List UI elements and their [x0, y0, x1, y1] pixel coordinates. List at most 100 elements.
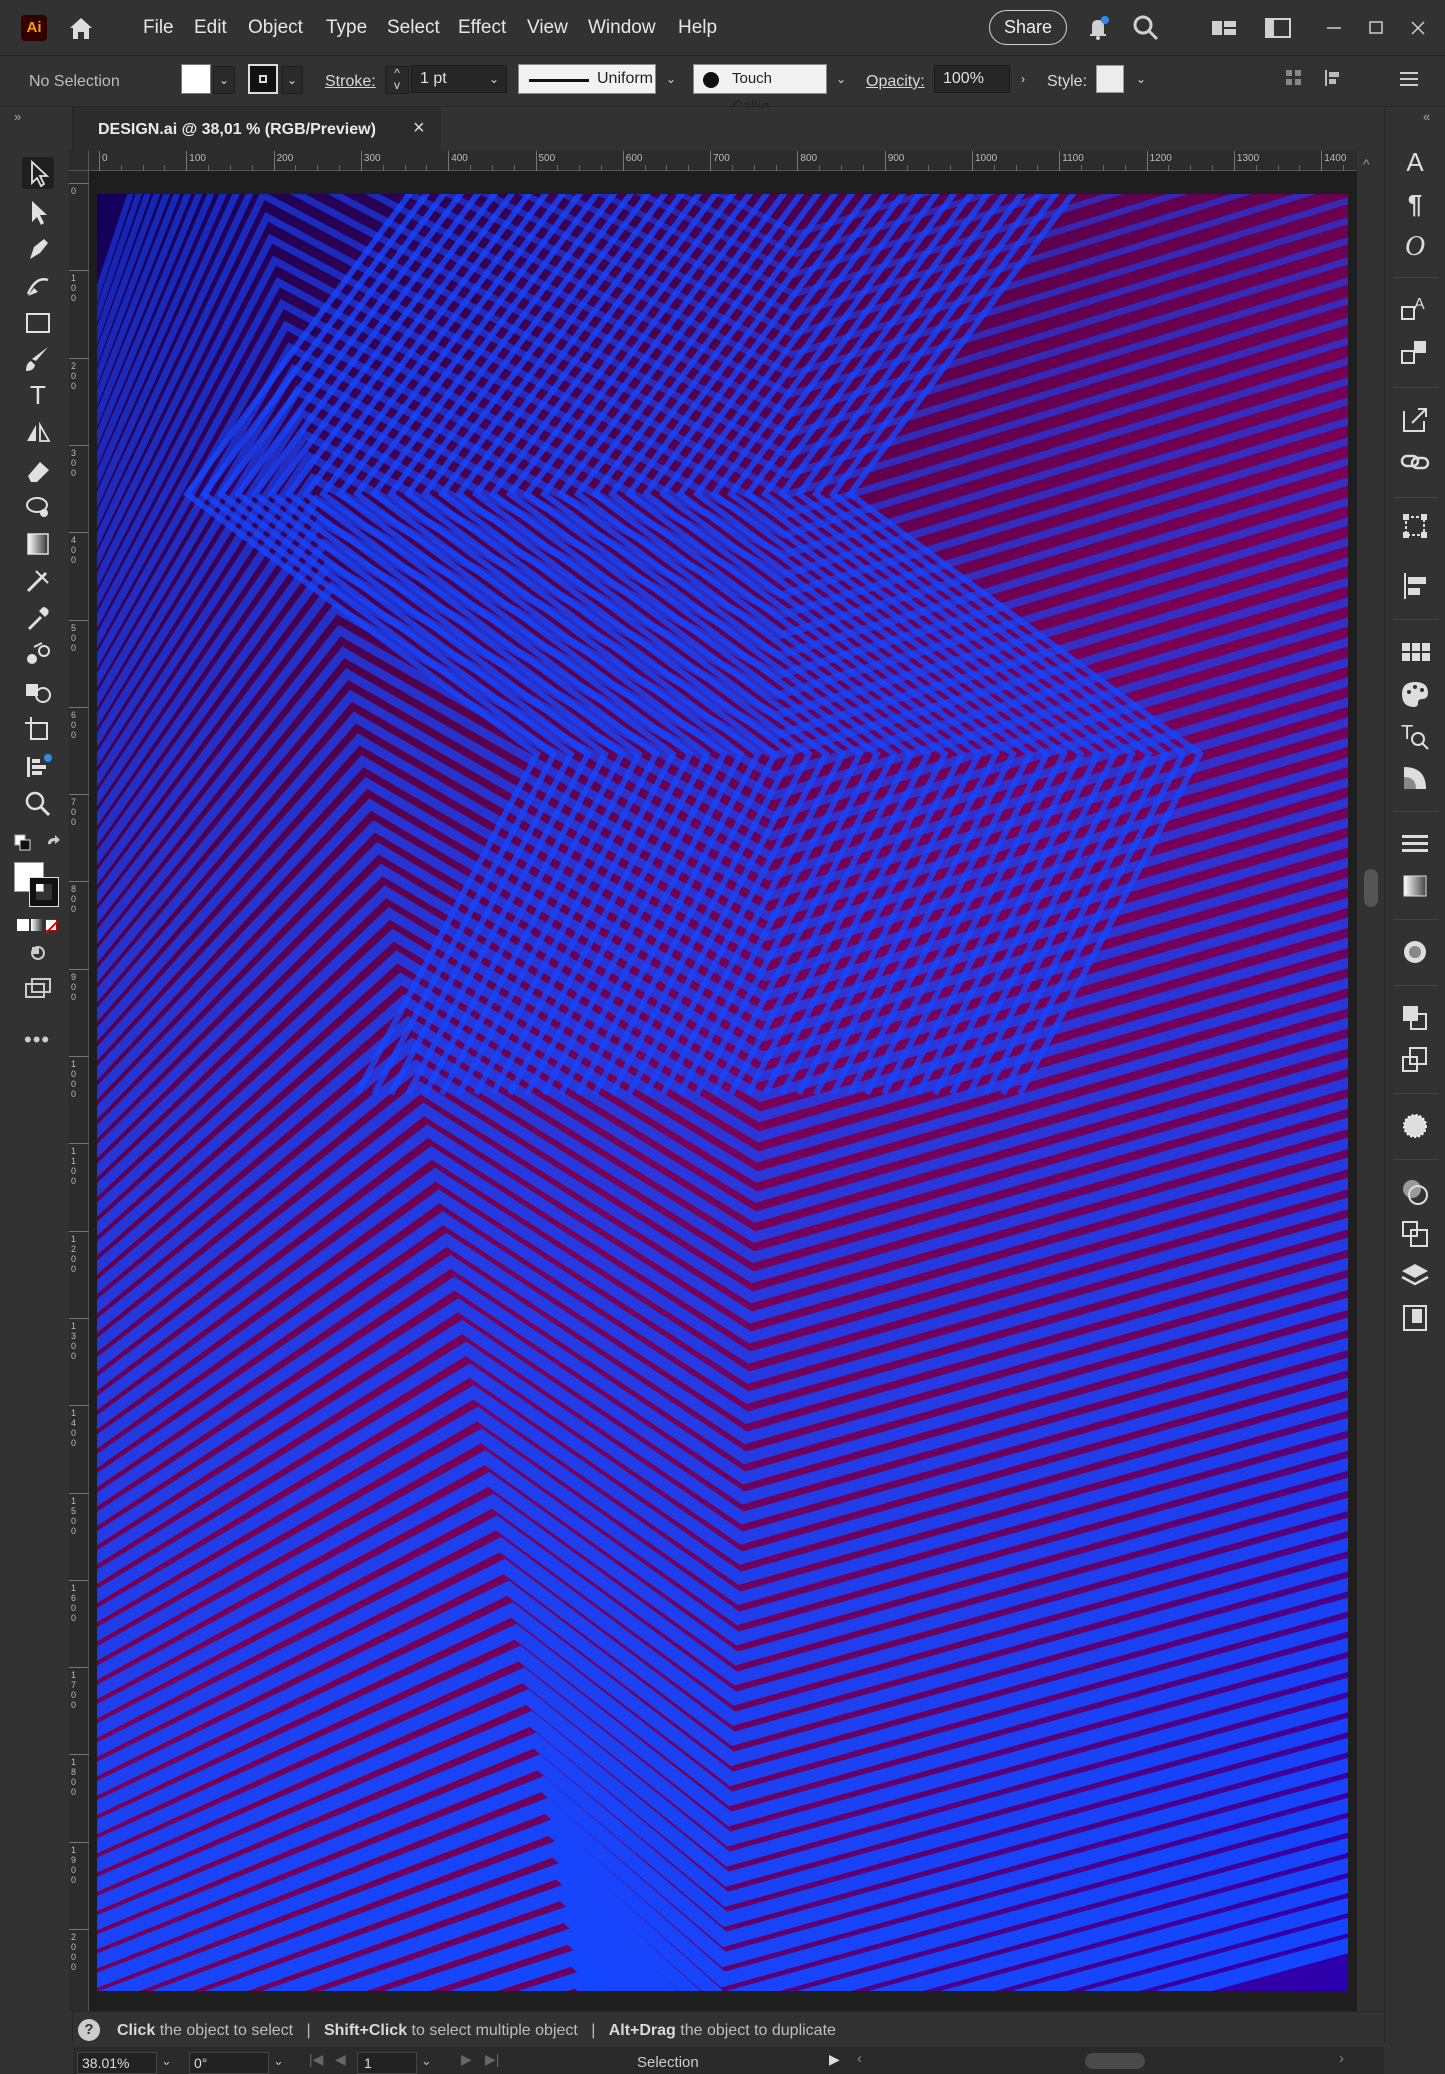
default-fill-stroke-icon[interactable] [14, 834, 32, 852]
distribute-icon[interactable] [1322, 68, 1346, 88]
stroke-swatch[interactable] [248, 64, 278, 94]
rotation-dropdown[interactable]: ⌄ [273, 2053, 284, 2069]
menu-type[interactable]: Type [326, 17, 367, 39]
home-icon[interactable] [66, 13, 96, 43]
menu-file[interactable]: File [143, 17, 174, 39]
collapse-panels-icon[interactable]: « [1423, 109, 1430, 124]
paragraph-styles-icon[interactable] [1398, 335, 1432, 369]
character-panel-icon[interactable]: A [1398, 147, 1432, 181]
draw-mode-icon[interactable] [29, 944, 47, 962]
edit-toolbar-icon[interactable]: ••• [24, 1027, 50, 1053]
share-button[interactable]: Share [989, 10, 1067, 45]
fill-dropdown[interactable]: ⌄ [213, 66, 235, 94]
stroke-stepper[interactable]: ^ v [385, 66, 409, 94]
help-icon[interactable]: ? [78, 2019, 100, 2041]
libraries-panel-icon[interactable] [1398, 1301, 1432, 1335]
transform-panel-icon[interactable] [1398, 509, 1432, 543]
character-styles-icon[interactable]: A [1398, 293, 1432, 327]
style-dropdown[interactable]: ⌄ [1130, 66, 1152, 94]
shape-builder-tool-icon[interactable] [22, 676, 54, 708]
mesh-tool-icon[interactable] [22, 565, 54, 597]
stroke-label[interactable]: Stroke: [325, 73, 376, 91]
color-panel-icon[interactable] [1398, 677, 1432, 711]
opacity-field[interactable]: 100% [934, 65, 1010, 93]
scroll-right-icon[interactable]: › [1339, 2050, 1344, 2067]
opentype-panel-icon[interactable]: O [1398, 231, 1432, 265]
artboard[interactable] [97, 194, 1348, 1991]
eyedropper-tool-icon[interactable] [22, 602, 54, 634]
color-guide-icon[interactable] [1398, 761, 1432, 795]
warp-tool-icon[interactable] [22, 491, 54, 523]
export-icon[interactable] [1398, 403, 1432, 437]
color-mode-icon[interactable] [17, 919, 29, 931]
paintbrush-tool-icon[interactable] [22, 343, 54, 375]
swap-fill-stroke-icon[interactable] [44, 834, 62, 852]
opacity-label[interactable]: Opacity: [866, 73, 925, 91]
opacity-arrow[interactable]: › [1012, 66, 1034, 94]
type-tool-icon[interactable]: T [22, 380, 54, 412]
style-swatch[interactable] [1096, 65, 1124, 93]
minimize-icon[interactable] [1318, 12, 1350, 44]
brush-dropdown[interactable]: ⌄ [830, 66, 852, 94]
stroke-panel-icon[interactable] [1398, 827, 1432, 861]
document-tab[interactable]: DESIGN.ai @ 38,01 % (RGB/Preview) × [73, 107, 441, 151]
stroke-weight-dropdown[interactable]: ⌄ [483, 66, 505, 94]
artboards-panel-icon[interactable] [1398, 1043, 1432, 1077]
swatches-panel-icon[interactable] [1398, 635, 1432, 669]
stroke-color-box[interactable] [29, 877, 59, 907]
notification-bell-icon[interactable] [1082, 12, 1114, 44]
layers-panel-icon[interactable] [1398, 1259, 1432, 1293]
graphic-styles-icon[interactable] [1398, 1109, 1432, 1143]
gradient-tool-icon[interactable] [22, 528, 54, 560]
blend-tool-icon[interactable] [22, 639, 54, 671]
search-icon[interactable] [1130, 12, 1162, 44]
artboard-dropdown[interactable]: ⌄ [421, 2053, 432, 2069]
reflect-tool-icon[interactable] [22, 417, 54, 449]
vertical-scroll-thumb[interactable] [1364, 869, 1378, 907]
transparency-panel-icon[interactable] [1398, 1175, 1432, 1209]
vertical-scrollbar[interactable]: ^ v [1357, 151, 1384, 2042]
close-window-icon[interactable] [1402, 12, 1434, 44]
selection-tool-icon[interactable] [22, 157, 54, 189]
variable-width-profile[interactable]: Uniform [518, 64, 656, 94]
none-mode-icon[interactable] [45, 919, 59, 934]
pathfinder-panel-icon[interactable] [1398, 1001, 1432, 1035]
text-search-icon[interactable]: T [1398, 719, 1432, 753]
fill-swatch[interactable] [181, 64, 211, 94]
scroll-up-icon[interactable]: ^ [1363, 156, 1370, 172]
menu-effect[interactable]: Effect [458, 17, 506, 39]
artboard-tool-icon[interactable] [22, 713, 54, 745]
horizontal-scroll-thumb[interactable] [1085, 2053, 1145, 2069]
brush-definition[interactable]: Touch Callig... [693, 64, 827, 115]
ruler-origin[interactable] [69, 151, 89, 171]
stroke-dropdown[interactable]: ⌄ [281, 66, 303, 94]
appearance-panel-icon[interactable] [1398, 935, 1432, 969]
rotation-field[interactable]: 0° [189, 2052, 269, 2074]
zoom-tool-icon[interactable] [22, 788, 54, 820]
menu-window[interactable]: Window [588, 17, 656, 39]
artboard-number-field[interactable]: 1 [357, 2052, 417, 2074]
zoom-field[interactable]: 38.01% [77, 2052, 157, 2074]
gradient-panel-icon[interactable] [1398, 869, 1432, 903]
menu-help[interactable]: Help [678, 17, 717, 39]
paragraph-panel-icon[interactable]: ¶ [1398, 189, 1432, 223]
direct-selection-tool-icon[interactable] [22, 196, 54, 228]
profile-dropdown[interactable]: ⌄ [660, 66, 682, 94]
prev-artboard-icon[interactable]: ◀ [335, 2051, 346, 2068]
zoom-dropdown[interactable]: ⌄ [161, 2053, 172, 2069]
collapse-toolbar-icon[interactable]: » [14, 109, 21, 124]
curvature-tool-icon[interactable] [22, 270, 54, 302]
close-document-icon[interactable]: × [413, 117, 425, 140]
menu-view[interactable]: View [527, 17, 568, 39]
menu-object[interactable]: Object [248, 17, 303, 39]
arrange-documents-icon[interactable] [1262, 12, 1294, 44]
eraser-tool-icon[interactable] [22, 454, 54, 486]
last-artboard-icon[interactable]: ▶| [485, 2051, 499, 2068]
align-panel-icon[interactable] [1398, 569, 1432, 603]
menu-edit[interactable]: Edit [194, 17, 227, 39]
links-panel-icon[interactable] [1398, 445, 1432, 479]
maximize-icon[interactable] [1360, 12, 1392, 44]
gradient-mode-icon[interactable] [31, 919, 43, 931]
menu-select[interactable]: Select [387, 17, 440, 39]
control-menu-icon[interactable] [1398, 70, 1420, 88]
